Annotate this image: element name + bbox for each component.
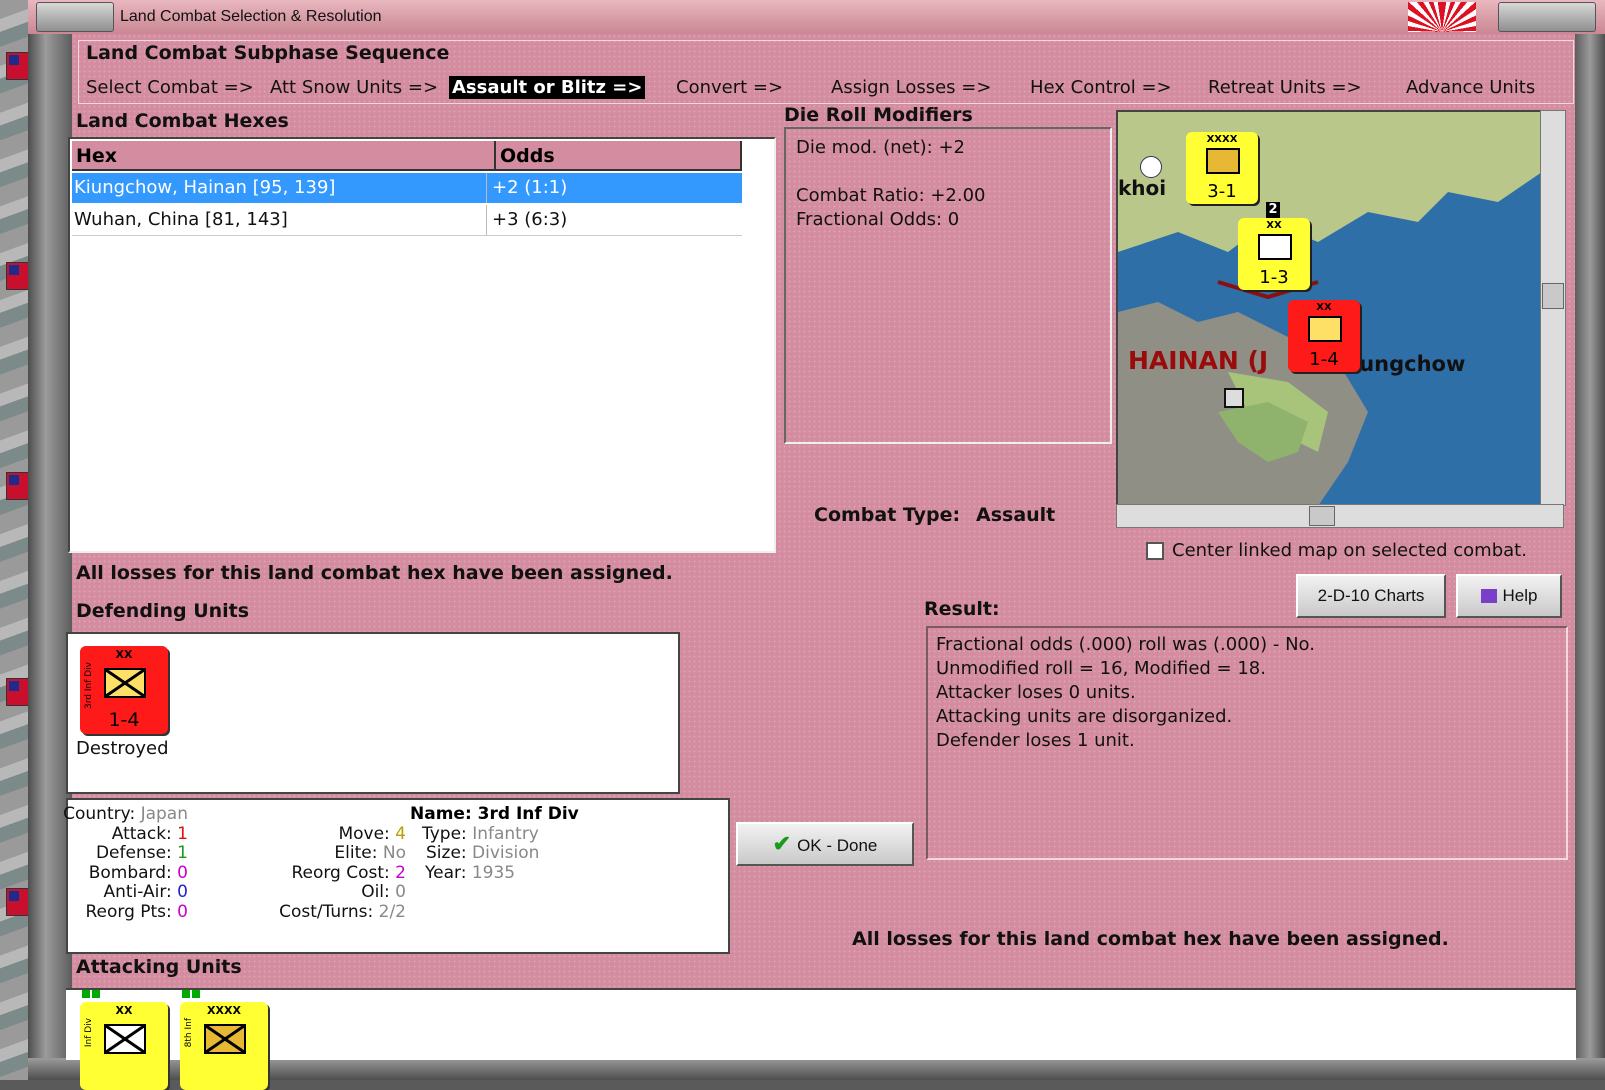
checkmark-icon: ✔ [772, 831, 792, 856]
infantry-symbol-icon [204, 1024, 246, 1054]
defending-heading: Defending Units [76, 600, 250, 622]
china-flag-icon [6, 472, 30, 500]
fractional-odds-line: Fractional Odds: 0 [796, 209, 960, 230]
losses-message: All losses for this land combat hex have… [76, 562, 673, 584]
unit-counter[interactable]: XXXX 8th Inf [180, 1002, 268, 1090]
center-map-label: Center linked map on selected combat. [1172, 540, 1527, 561]
japan-flag-icon [1408, 2, 1476, 32]
ok-done-button[interactable]: ✔ OK - Done [736, 822, 914, 866]
attacking-heading: Attacking Units [76, 956, 242, 978]
status-dot-icon [82, 990, 90, 998]
vertical-scroll-thumb[interactable] [1542, 283, 1564, 309]
map-unit-counter[interactable]: XXXX 3-1 [1186, 132, 1258, 204]
sequence-step: Hex Control => [1030, 77, 1172, 98]
help-button[interactable]: Help [1456, 574, 1562, 618]
hexes-heading: Land Combat Hexes [76, 110, 289, 132]
sequence-step: Assign Losses => [831, 77, 992, 98]
hexes-table[interactable]: Hex Odds Kiungchow, Hainan [95, 139] +2 … [68, 137, 776, 553]
window-menu-button[interactable] [36, 2, 114, 32]
result-line: Attacker loses 0 units. [936, 682, 1136, 703]
unit-counter[interactable]: XX Inf Div [80, 1002, 168, 1090]
defending-units-box: XX 3rd Inf Div 1-4 Destroyed [66, 632, 680, 794]
die-roll-heading: Die Roll Modifiers [784, 104, 973, 126]
china-flag-icon [6, 678, 30, 706]
combat-type-value: Assault [976, 504, 1056, 526]
fortification-icon [1224, 388, 1244, 408]
sequence-step-active: Assault or Blitz => [449, 76, 646, 99]
unit-info-panel: Country: Japan Attack: 1 Defense: 1 Bomb… [63, 798, 730, 954]
window-frame-right [1575, 34, 1605, 1080]
column-header-hex[interactable]: Hex [72, 141, 496, 171]
infantry-symbol-icon [104, 1024, 146, 1054]
combat-type-label: Combat Type: [814, 504, 961, 526]
hex-cell: Kiungchow, Hainan [95, 139] [74, 177, 336, 198]
map-label-kiungchow: iungchow [1352, 352, 1466, 376]
combat-ratio-line: Combat Ratio: +2.00 [796, 185, 986, 206]
odds-cell: +3 (6:3) [492, 209, 568, 230]
status-dot-icon [92, 990, 100, 998]
map-label-khoi: khoi [1118, 176, 1167, 200]
losses-message-bottom: All losses for this land combat hex have… [852, 928, 1449, 950]
result-line: Unmodified roll = 16, Modified = 18. [936, 658, 1266, 679]
table-row[interactable]: Kiungchow, Hainan [95, 139] +2 (1:1) [72, 173, 742, 203]
result-box: Fractional odds (.000) roll was (.000) -… [926, 626, 1568, 860]
infantry-symbol-icon [1308, 316, 1342, 342]
infantry-symbol-icon [104, 668, 146, 698]
map-unit-counter[interactable]: XX 1-3 [1238, 218, 1310, 290]
table-row[interactable]: Wuhan, China [81, 143] +3 (6:3) [72, 205, 742, 236]
column-header-odds[interactable]: Odds [496, 141, 742, 171]
die-roll-modifiers-box: Die mod. (net): +2 Combat Ratio: +2.00 F… [784, 127, 1112, 444]
attacking-units-box: XX Inf Div XXXX 8th Inf [66, 988, 1576, 1090]
anchor-icon [1140, 156, 1162, 178]
status-dot-icon [182, 990, 190, 998]
result-line: Fractional odds (.000) roll was (.000) -… [936, 634, 1315, 655]
china-flag-icon [6, 52, 30, 80]
help-book-icon [1480, 589, 1497, 603]
result-heading: Result: [924, 598, 1000, 620]
status-dot-icon [192, 990, 200, 998]
sequence-step: Convert => [676, 77, 784, 98]
stack-count-badge: 2 [1266, 202, 1280, 218]
hex-cell: Wuhan, China [81, 143] [74, 209, 288, 230]
sequence-step: Att Snow Units => [270, 77, 439, 98]
minimap-horizontal-scrollbar[interactable] [1116, 504, 1564, 528]
window-title: Land Combat Selection & Resolution [120, 8, 382, 25]
window-control-button[interactable] [1498, 2, 1596, 32]
sequence-heading: Land Combat Subphase Sequence [86, 42, 450, 64]
unit-counter[interactable]: XX 3rd Inf Div 1-4 [80, 646, 168, 734]
map-unit-counter[interactable]: XX 1-4 [1288, 300, 1360, 372]
sequence-step: Retreat Units => [1208, 77, 1362, 98]
column-separator [486, 173, 487, 203]
minimap-vertical-scrollbar[interactable] [1540, 110, 1566, 506]
die-mod-line: Die mod. (net): +2 [796, 137, 965, 158]
china-flag-icon [6, 888, 30, 916]
odds-cell: +2 (1:1) [492, 177, 568, 198]
sequence-step: Advance Units [1406, 77, 1536, 98]
charts-button[interactable]: 2-D-10 Charts [1296, 574, 1446, 618]
result-line: Attacking units are disorganized. [936, 706, 1233, 727]
sequence-step: Select Combat => [86, 77, 254, 98]
center-map-checkbox[interactable] [1146, 542, 1164, 560]
china-flag-icon [6, 262, 30, 290]
column-separator [486, 205, 487, 235]
unit-status: Destroyed [76, 738, 169, 759]
horizontal-scroll-thumb[interactable] [1309, 506, 1335, 526]
result-line: Defender loses 1 unit. [936, 730, 1135, 751]
infantry-symbol-icon [1258, 234, 1292, 260]
infantry-symbol-icon [1206, 148, 1240, 174]
linked-minimap[interactable]: khoi HAINAN (J iungchow XXXX 3-1 2 XX 1-… [1116, 110, 1544, 508]
map-label-hainan: HAINAN (J [1128, 346, 1269, 375]
